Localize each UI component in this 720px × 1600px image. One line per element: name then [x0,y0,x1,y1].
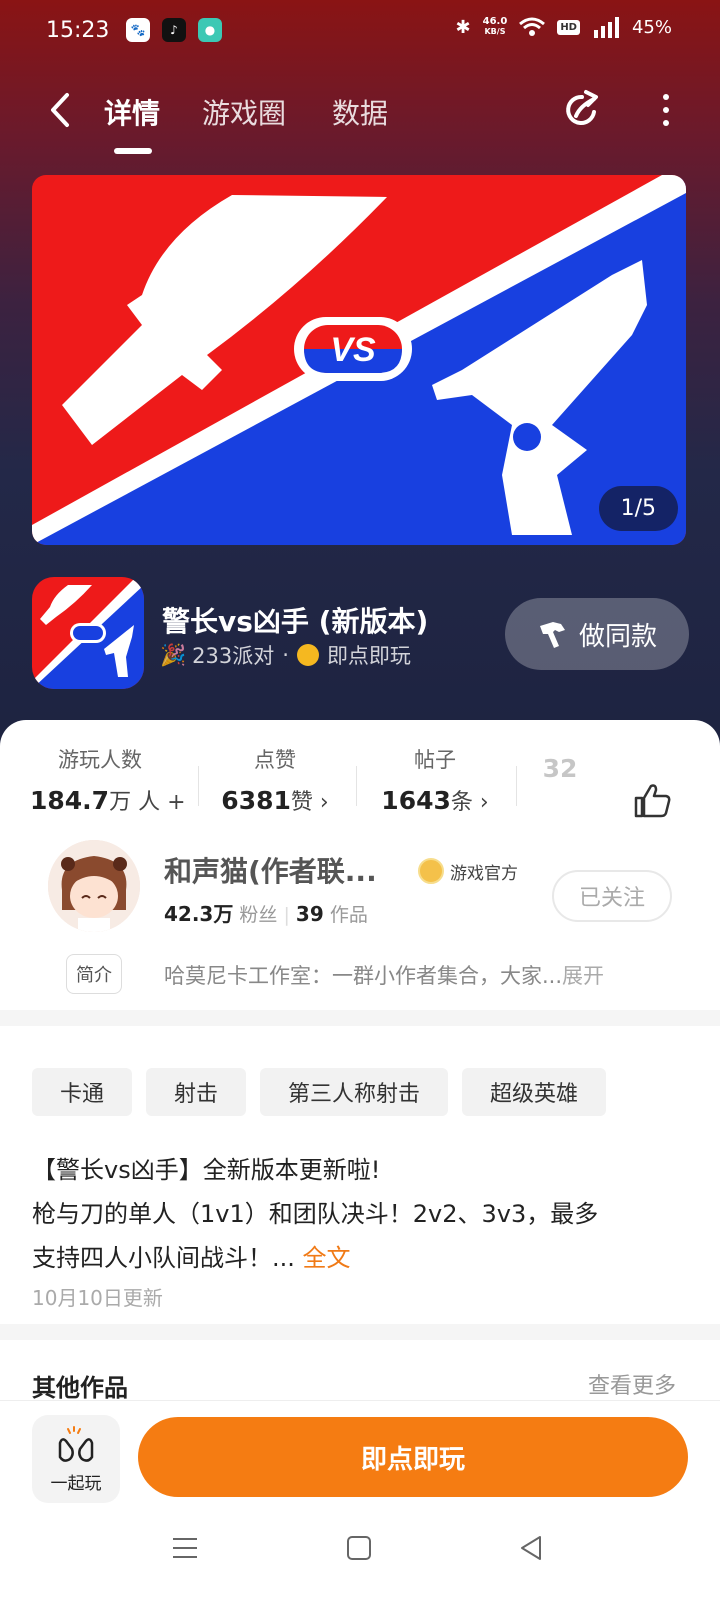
tag-third-person-shooting[interactable]: 第三人称射击 [260,1068,449,1116]
stat-players: 游玩人数 184.7万 人 + [30,748,186,815]
network-speed: 46.0 KB/S [482,16,508,37]
stat-likes[interactable]: 点赞 6381赞 › [210,744,340,816]
section-divider [0,1324,720,1340]
stat-posts[interactable]: 帖子 1643条 › [370,744,500,816]
more-dot-icon [663,120,669,126]
home-nav-icon[interactable] [346,1535,372,1561]
back-nav-icon[interactable] [518,1535,544,1561]
instant-play-button[interactable]: 即点即玩 [138,1417,688,1497]
back-arrow-icon [51,93,69,127]
divider [516,766,517,806]
baidu-app-icon: 🐾 [126,18,150,42]
official-badge: 游戏官方 [418,858,518,884]
hammer-icon [539,622,565,648]
screenshot-carousel[interactable]: VS 1/5 [32,175,686,545]
official-badge-icon [418,858,444,884]
game-meta: 🎉 233派对 · 即点即玩 [160,640,411,670]
author-stats: 42.3万 粉丝 | 39 作品 [164,902,368,926]
share-icon [566,90,598,125]
party-popper-icon: 🎉 [160,642,187,667]
system-navigation [0,1511,720,1591]
clapping-hands-icon [58,1425,94,1462]
full-text-link[interactable]: 全文 [303,1244,351,1272]
status-time: 15:23 [46,18,110,43]
view-more-link[interactable]: 查看更多 [588,1368,676,1400]
notification-icons: 🐾 ♪ ● [126,18,222,42]
carousel-counter: 1/5 [598,486,678,531]
tab-data[interactable]: 数据 [332,92,388,132]
tag-list: 卡通 射击 第三人称射击 超级英雄 [32,1068,607,1116]
game-description: 【警长vs凶手】全新版本更新啦! 枪与刀的单人（1v1）和团队决斗！2v2、3v… [32,1156,599,1272]
wifi-icon [519,17,546,36]
thumbs-up-icon[interactable] [632,780,672,820]
game-app-icon: ● [198,18,222,42]
intro-tag: 简介 [66,954,122,994]
more-dot-icon [663,107,669,113]
pacman-icon [296,644,319,666]
battery-level: 45% [631,16,672,38]
divider [356,766,357,806]
back-button[interactable] [40,90,80,130]
author-name[interactable]: 和声猫(作者联... [164,850,377,890]
stat-partial: 32 [542,754,578,783]
active-tab-indicator [114,148,152,154]
stats-row: 游玩人数 184.7万 人 + 点赞 6381赞 › 帖子 1643条 › 32 [0,744,720,824]
top-nav: 详情 游戏圈 数据 [0,80,720,160]
other-works-title: 其他作品 [32,1374,128,1402]
expand-link[interactable]: 展开 [562,964,604,988]
more-options-button[interactable] [646,88,686,132]
bluetooth-icon: ✱ [455,16,471,38]
play-mode-label: 即点即玩 [326,644,411,668]
menu-nav-icon[interactable] [172,1535,198,1561]
bottom-action-bar: 一起玩 即点即玩 [0,1400,720,1600]
tag-cartoon[interactable]: 卡通 [32,1068,133,1116]
status-indicators: ✱ 46.0 KB/S HD 45% [456,16,672,38]
share-button[interactable] [560,88,604,132]
tab-game-circle[interactable]: 游戏圈 [202,92,286,132]
follow-button[interactable]: 已关注 [552,870,672,922]
make-same-label: 做同款 [578,621,657,652]
divider [198,766,199,806]
hd-badge: HD [557,19,580,35]
section-divider [0,1010,720,1026]
play-together-button[interactable]: 一起玩 [32,1415,120,1503]
make-same-button[interactable]: 做同款 [505,598,689,670]
author-intro[interactable]: 哈莫尼卡工作室：一群小作者集合，大家...展开 [164,960,604,990]
more-dot-icon [663,94,669,100]
game-title: 警长vs凶手 (新版本) [162,605,429,638]
tab-details[interactable]: 详情 [104,92,160,132]
vs-artwork: VS [32,175,686,545]
tiktok-app-icon: ♪ [162,18,186,42]
update-date: 10月10日更新 [32,1286,163,1310]
tag-shooting[interactable]: 射击 [146,1068,247,1116]
game-icon [32,577,144,689]
signal-icon [593,17,619,38]
status-bar: 15:23 🐾 ♪ ● ✱ 46.0 KB/S HD 45% [0,0,720,64]
separator-dot: · [282,643,289,667]
tag-superhero[interactable]: 超级英雄 [462,1068,607,1116]
author-avatar[interactable] [48,840,140,932]
vs-label: VS [330,331,376,369]
party-label: 233派对 [192,644,275,668]
